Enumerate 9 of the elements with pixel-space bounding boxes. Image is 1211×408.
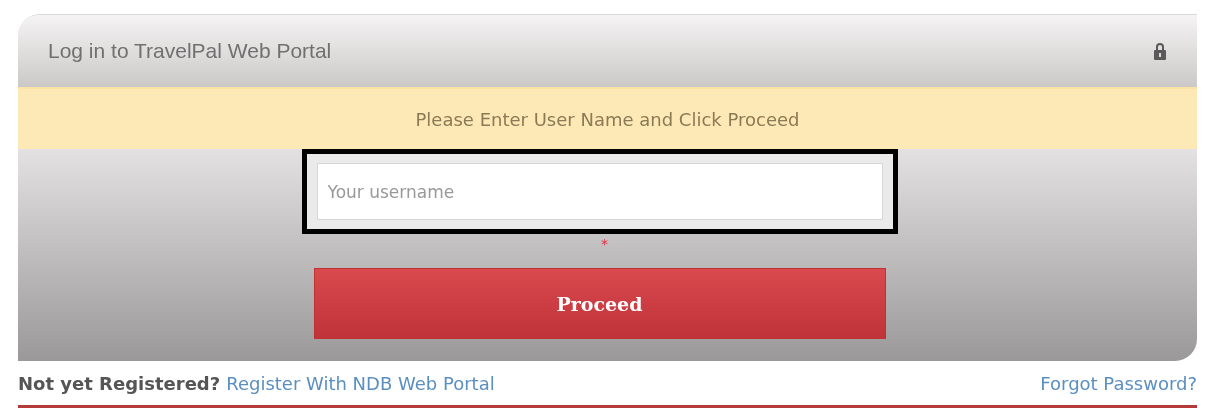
- register-link[interactable]: Register With NDB Web Portal: [226, 372, 495, 394]
- forgot-password-link[interactable]: Forgot Password?: [1040, 372, 1197, 394]
- register-prompt: Not yet Registered?: [18, 372, 221, 394]
- username-field[interactable]: Your username: [301, 149, 898, 234]
- proceed-button[interactable]: Proceed: [313, 268, 886, 339]
- required-mark: *: [601, 236, 608, 254]
- lock-icon: [1153, 42, 1167, 60]
- panel-title: Log in to TravelPal Web Portal: [48, 39, 332, 63]
- banner-text: Please Enter User Name and Click Proceed: [415, 108, 800, 130]
